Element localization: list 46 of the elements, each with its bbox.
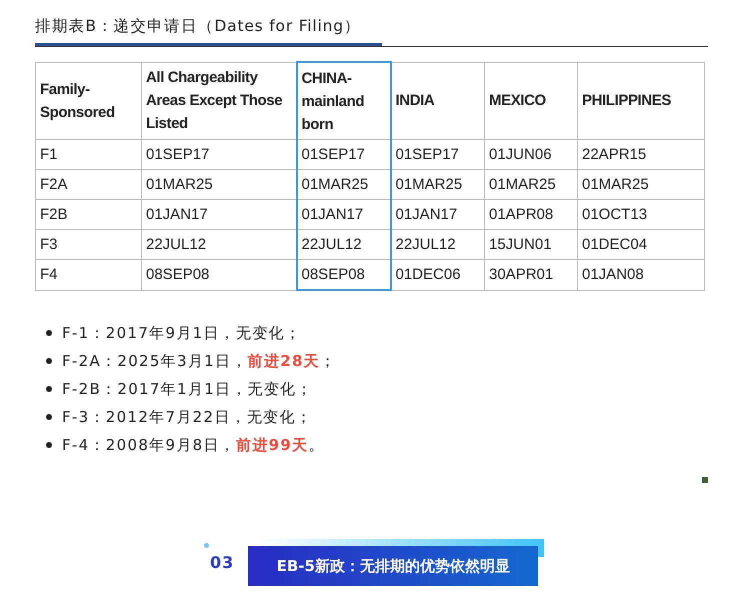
table-cell: 01OCT13 [578,200,704,230]
section-number: 03 [210,553,234,572]
note-text: F-1：2017年9月1日，无变化； [62,324,302,342]
table-cell: 08SEP08 [296,260,390,290]
table-cell: 01MAR25 [484,170,578,200]
column-header: CHINA-mainland born [296,62,390,140]
column-header: All Chargeability Areas Except Those Listed [142,62,296,140]
section-title: 排期表B：递交申请日（Dates for Filing） [35,16,361,37]
column-header: MEXICO [484,62,578,140]
table-cell: 01MAR25 [578,170,704,200]
table-cell: 01SEP17 [390,140,484,170]
table-cell: 01JAN17 [390,200,484,230]
note-text: F-3：2012年7月22日，无变化； [62,408,312,426]
column-header: Family-Sponsored [36,62,142,140]
table-cell: 01DEC04 [578,230,704,260]
table-cell: F1 [36,140,142,170]
table-cell: F2A [36,170,142,200]
table-cell: 22JUL12 [296,230,390,260]
decor-square [702,477,708,483]
table-cell: 01JAN17 [296,200,390,230]
table-cell: F4 [36,260,142,290]
bullet-icon [46,442,52,448]
column-header: PHILIPPINES [578,62,704,140]
table-cell: 22APR15 [578,140,704,170]
table-cell: 22JUL12 [390,230,484,260]
note-text: F-4：2008年9月8日，前进99天。 [62,436,325,454]
bullet-icon [46,358,52,364]
bullet-icon [46,414,52,420]
table-cell: 01JAN08 [578,260,704,290]
table-cell: F2B [36,200,142,230]
bullet-icon [46,330,52,336]
bullet-icon [46,386,52,392]
section-banner: EB-5新政：无排期的优势依然明显 [248,546,538,586]
table-cell: F3 [36,230,142,260]
dot-icon [204,543,209,548]
note-text: F-2B：2017年1月1日，无变化； [62,380,313,398]
table-cell: 01MAR25 [296,170,390,200]
table-cell: 01JUN06 [484,140,578,170]
table-cell: 01APR08 [484,200,578,230]
table-cell: 15JUN01 [484,230,578,260]
table-cell: 30APR01 [484,260,578,290]
column-header: INDIA [390,62,484,140]
table-cell: 01SEP17 [296,140,390,170]
table-cell: 01DEC06 [390,260,484,290]
note-text: F-2A：2025年3月1日，前进28天； [62,352,336,370]
table-cell: 01MAR25 [390,170,484,200]
